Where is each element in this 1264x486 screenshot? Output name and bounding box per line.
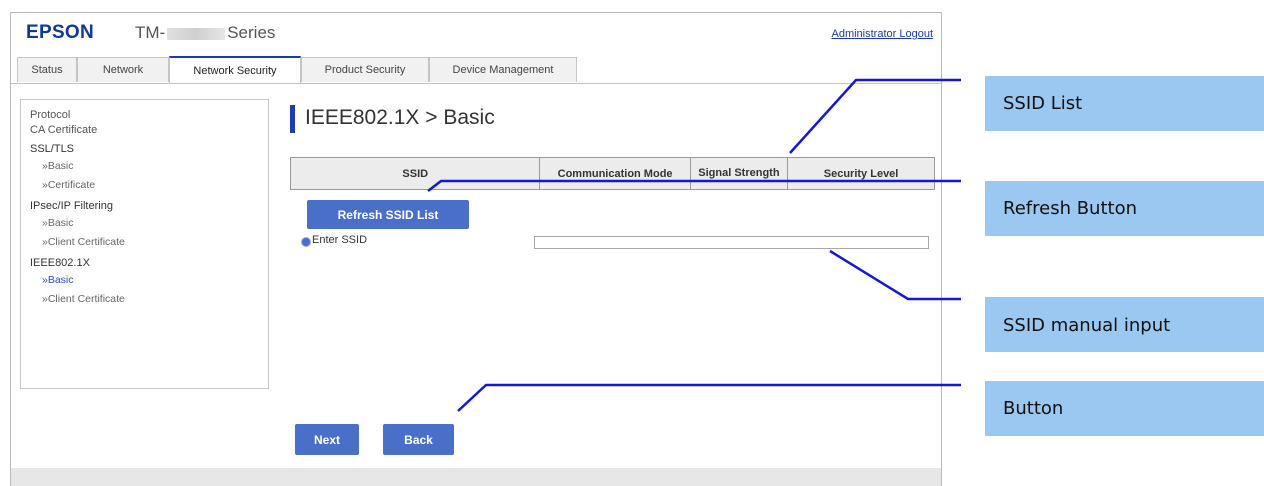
callout-refresh-button: Refresh Button [985, 181, 1264, 236]
callout-refresh-button-label: Refresh Button [1003, 198, 1137, 219]
leader-line-refresh-button [427, 179, 961, 192]
callout-button: Button [985, 381, 1264, 436]
callout-ssid-manual-input-label: SSID manual input [1003, 315, 1171, 336]
callout-ssid-list: SSID List [985, 76, 1264, 131]
leader-line-button [457, 383, 961, 412]
callout-ssid-list-label: SSID List [1003, 93, 1083, 114]
leader-line-ssid-list [789, 78, 961, 154]
callout-button-label: Button [1003, 398, 1064, 419]
leader-line-ssid-input [829, 249, 961, 301]
callout-ssid-manual-input: SSID manual input [985, 297, 1264, 352]
